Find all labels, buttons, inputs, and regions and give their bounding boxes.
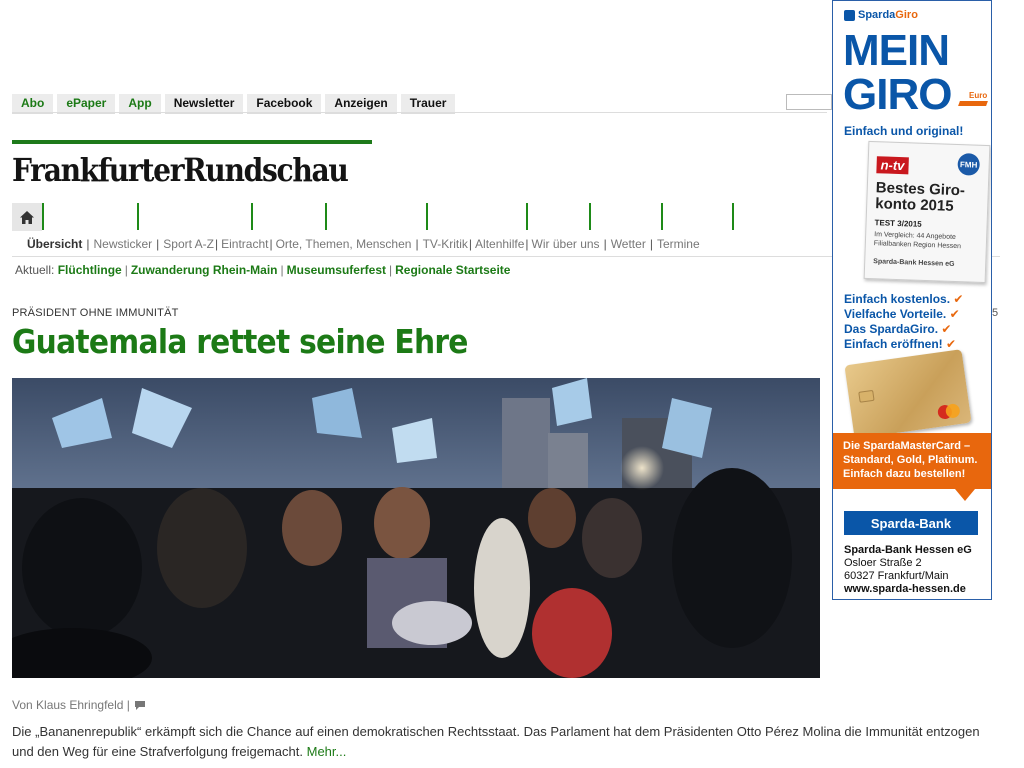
search-input[interactable] <box>786 94 832 110</box>
article-kicker: PRÄSIDENT OHNE IMMUNITÄT <box>12 307 179 319</box>
card-chip <box>858 389 875 403</box>
benefit-item: Vielfache Vorteile. ✔ <box>844 307 960 321</box>
aktuell-link-fluechtlinge[interactable]: Flüchtlinge <box>58 263 122 277</box>
sparda-logo-icon <box>844 9 855 21</box>
ad-brand-sparda: Sparda <box>858 9 896 21</box>
main-nav <box>12 203 752 231</box>
address-street: Osloer Straße 2 <box>844 557 922 569</box>
ad-benefits: Einfach kostenlos. ✔ Vielfache Vorteile.… <box>844 292 963 352</box>
article-byline: Von Klaus Ehringfeld | <box>12 698 146 712</box>
mastercard-icon <box>937 403 960 420</box>
sparda-ad[interactable]: Sparda Giro MEIN GIRO Euro Einfach und or… <box>832 0 992 600</box>
subnav-wir-ueber-uns[interactable]: Wir über uns <box>532 237 600 251</box>
ad-award-seal: n-tv FMH Bestes Giro-konto 2015 TEST 3/2… <box>863 140 991 284</box>
award-title: Bestes Giro-konto 2015 <box>874 179 966 215</box>
ad-headline-giro: GIRO <box>843 70 952 119</box>
subnav-eintracht[interactable]: Eintracht <box>221 237 268 251</box>
logo-bar <box>12 140 372 144</box>
nav-separator <box>426 203 428 230</box>
subnav-termine[interactable]: Termine <box>657 237 700 251</box>
ntv-logo: n-tv <box>876 156 909 175</box>
topnav-newsletter[interactable]: Newsletter <box>164 94 244 114</box>
article-teaser: Die „Bananenrepublik“ erkämpft sich die … <box>12 722 1002 762</box>
topnav-epaper[interactable]: ePaper <box>57 94 116 114</box>
topnav-anzeigen[interactable]: Anzeigen <box>325 94 397 114</box>
read-more-link[interactable]: Mehr... <box>307 744 347 759</box>
sub-nav: Übersicht | Newsticker | Sport A-Z| Eintracht… <box>27 237 700 251</box>
fmh-logo: FMH <box>957 153 981 176</box>
aktuell-link-museumsuferfest[interactable]: Museumsuferfest <box>287 263 386 277</box>
sparda-bank-logo: Sparda-Bank <box>844 511 978 535</box>
subnav-altenhilfe[interactable]: Altenhilfe <box>475 237 524 251</box>
aktuell-link-zuwanderung[interactable]: Zuwanderung Rhein-Main <box>131 263 278 277</box>
nav-separator <box>325 203 327 230</box>
benefit-item: Einfach eröffnen! ✔ <box>844 337 957 351</box>
address-web[interactable]: www.sparda-hessen.de <box>844 583 972 596</box>
nav-separator <box>42 203 44 230</box>
award-note: Im Vergleich: 44 Angebote Filialbanken R… <box>873 231 962 251</box>
subnav-newsticker[interactable]: Newsticker <box>93 237 152 251</box>
subnav-orte[interactable]: Orte, Themen, Menschen <box>276 237 412 251</box>
address-city: 60327 Frankfurt/Main <box>844 570 949 582</box>
home-button[interactable] <box>12 203 42 231</box>
aktuell-bar: Aktuell: Flüchtlinge | Zuwanderung Rhein-M… <box>15 263 511 277</box>
topnav-app[interactable]: App <box>119 94 161 114</box>
check-icon: ✔ <box>946 337 957 351</box>
subnav-uebersicht[interactable]: Übersicht <box>27 237 82 251</box>
benefit-item: Einfach kostenlos. ✔ <box>844 292 964 306</box>
teaser-text: Die „Bananenrepublik“ erkämpft sich die … <box>12 724 980 759</box>
ad-tagline: Einfach und original! <box>844 124 964 138</box>
nav-separator <box>589 203 591 230</box>
topnav-trauer[interactable]: Trauer <box>400 94 456 114</box>
ad-brand: Sparda Giro <box>844 9 918 21</box>
ad-offer-pointer <box>955 489 975 501</box>
check-icon: ✔ <box>941 322 952 336</box>
check-icon: ✔ <box>949 307 960 321</box>
topnav-abo[interactable]: Abo <box>12 94 54 114</box>
nav-separator <box>251 203 253 230</box>
ad-card-offer: Die SpardaMasterCard – Standard, Gold, P… <box>833 433 991 489</box>
nav-separator <box>661 203 663 230</box>
check-icon: ✔ <box>953 292 964 306</box>
topnav-facebook[interactable]: Facebook <box>247 94 322 114</box>
nav-separator <box>137 203 139 230</box>
top-utility-nav: Abo ePaper App Newsletter Facebook Anzei… <box>12 94 456 114</box>
ad-euro-dash <box>958 101 988 106</box>
nav-separator <box>526 203 528 230</box>
address-name: Sparda-Bank Hessen eG <box>844 544 972 556</box>
aktuell-link-regionale-startseite[interactable]: Regionale Startseite <box>395 263 510 277</box>
divider <box>12 112 827 113</box>
article-photo[interactable] <box>12 378 820 678</box>
page-number: 5 <box>992 307 999 319</box>
nav-separator <box>732 203 734 230</box>
subnav-sport[interactable]: Sport A-Z <box>163 237 214 251</box>
award-test: TEST 3/2015 <box>874 218 922 229</box>
ad-address: Sparda-Bank Hessen eG Osloer Straße 2 60… <box>844 544 972 596</box>
ad-brand-giro: Giro <box>895 9 918 21</box>
award-bank: Sparda-Bank Hessen eG <box>873 258 955 268</box>
protest-photo <box>12 378 820 678</box>
subnav-wetter[interactable]: Wetter <box>611 237 646 251</box>
aktuell-label: Aktuell: <box>15 263 55 277</box>
subnav-tv-kritik[interactable]: TV-Kritik <box>423 237 468 251</box>
article-headline[interactable]: Guatemala rettet seine Ehre <box>12 322 468 361</box>
benefit-item: Das SpardaGiro. ✔ <box>844 322 952 336</box>
byline-text: Von Klaus Ehringfeld | <box>12 698 130 712</box>
credit-card-image <box>844 349 972 439</box>
comment-icon[interactable] <box>134 700 146 711</box>
home-icon <box>20 210 34 224</box>
ad-euro: Euro <box>969 91 988 100</box>
site-logo[interactable]: FrankfurterRundschau <box>12 150 349 190</box>
page: { "topnav": [ {"label": "Abo", "green": … <box>0 0 1024 768</box>
ad-headline-mein: MEIN <box>843 26 950 75</box>
